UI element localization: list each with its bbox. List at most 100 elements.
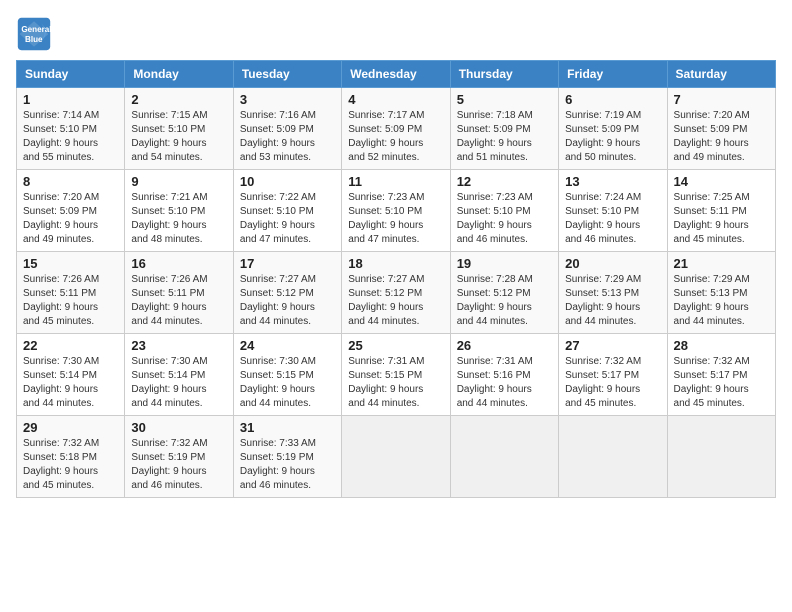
calendar-day-cell — [342, 416, 450, 498]
day-info: Sunrise: 7:26 AM Sunset: 5:11 PM Dayligh… — [131, 273, 226, 329]
calendar-day-cell: 4 Sunrise: 7:17 AM Sunset: 5:09 PM Daylig… — [342, 88, 450, 170]
day-number: 19 — [457, 256, 552, 271]
calendar-day-cell: 30Sunrise: 7:32 AM Sunset: 5:19 PM Dayli… — [125, 416, 233, 498]
day-of-week-header: Saturday — [667, 61, 775, 88]
calendar-day-cell: 10 Sunrise: 7:22 AM Sunset: 5:10 PM Dayli… — [233, 170, 341, 252]
day-number: 10 — [240, 174, 335, 189]
calendar-week-row: 29 Sunrise: 7:32 AM Sunset: 5:18 PM Dayli… — [17, 416, 776, 498]
day-info: Sunrise: 7:28 AM Sunset: 5:12 PM Dayligh… — [457, 273, 552, 329]
day-info: Sunrise: 7:18 AM Sunset: 5:09 PM Dayligh… — [457, 109, 552, 165]
day-info: Sunrise: 7:20 AM Sunset: 5:09 PM Dayligh… — [674, 109, 769, 165]
day-number: 28 — [674, 338, 769, 353]
day-info: Sunrise: 7:31 AM Sunset: 5:16 PM Dayligh… — [457, 355, 552, 411]
day-info: Sunrise: 7:31 AM Sunset: 5:15 PM Dayligh… — [348, 355, 443, 411]
day-info: Sunrise: 7:14 AM Sunset: 5:10 PM Dayligh… — [23, 109, 118, 165]
calendar-day-cell: 20Sunrise: 7:29 AM Sunset: 5:13 PM Dayli… — [559, 252, 667, 334]
day-number: 6 — [565, 92, 660, 107]
day-number: 24 — [240, 338, 335, 353]
day-of-week-header: Wednesday — [342, 61, 450, 88]
day-number: 25 — [348, 338, 443, 353]
logo: General Blue — [16, 16, 52, 52]
day-info: Sunrise: 7:19 AM Sunset: 5:09 PM Dayligh… — [565, 109, 660, 165]
calendar-day-cell: 2 Sunrise: 7:15 AM Sunset: 5:10 PM Daylig… — [125, 88, 233, 170]
day-number: 20 — [565, 256, 660, 271]
day-number: 13 — [565, 174, 660, 189]
day-number: 29 — [23, 420, 118, 435]
calendar-header-row: SundayMondayTuesdayWednesdayThursdayFrid… — [17, 61, 776, 88]
calendar-day-cell: 13 Sunrise: 7:24 AM Sunset: 5:10 PM Dayli… — [559, 170, 667, 252]
day-number: 2 — [131, 92, 226, 107]
page-header: General Blue — [16, 16, 776, 52]
calendar-day-cell: 12 Sunrise: 7:23 AM Sunset: 5:10 PM Dayli… — [450, 170, 558, 252]
calendar-day-cell: 31Sunrise: 7:33 AM Sunset: 5:19 PM Dayli… — [233, 416, 341, 498]
day-of-week-header: Sunday — [17, 61, 125, 88]
day-number: 1 — [23, 92, 118, 107]
calendar-day-cell: 19 Sunrise: 7:28 AM Sunset: 5:12 PM Dayli… — [450, 252, 558, 334]
day-number: 26 — [457, 338, 552, 353]
day-info: Sunrise: 7:17 AM Sunset: 5:09 PM Dayligh… — [348, 109, 443, 165]
day-number: 11 — [348, 174, 443, 189]
day-of-week-header: Tuesday — [233, 61, 341, 88]
calendar-day-cell: 24 Sunrise: 7:30 AM Sunset: 5:15 PM Dayli… — [233, 334, 341, 416]
calendar-day-cell — [559, 416, 667, 498]
day-number: 23 — [131, 338, 226, 353]
day-info: Sunrise: 7:30 AM Sunset: 5:15 PM Dayligh… — [240, 355, 335, 411]
day-number: 30 — [131, 420, 226, 435]
logo-icon: General Blue — [16, 16, 52, 52]
calendar-day-cell — [450, 416, 558, 498]
day-info: Sunrise: 7:27 AM Sunset: 5:12 PM Dayligh… — [348, 273, 443, 329]
calendar-day-cell: 15 Sunrise: 7:26 AM Sunset: 5:11 PM Dayli… — [17, 252, 125, 334]
calendar-day-cell: 29 Sunrise: 7:32 AM Sunset: 5:18 PM Dayli… — [17, 416, 125, 498]
calendar-week-row: 8 Sunrise: 7:20 AM Sunset: 5:09 PM Daylig… — [17, 170, 776, 252]
day-info: Sunrise: 7:15 AM Sunset: 5:10 PM Dayligh… — [131, 109, 226, 165]
day-info: Sunrise: 7:32 AM Sunset: 5:17 PM Dayligh… — [565, 355, 660, 411]
calendar-table: SundayMondayTuesdayWednesdayThursdayFrid… — [16, 60, 776, 498]
day-info: Sunrise: 7:21 AM Sunset: 5:10 PM Dayligh… — [131, 191, 226, 247]
day-number: 12 — [457, 174, 552, 189]
svg-text:General: General — [21, 25, 51, 34]
day-info: Sunrise: 7:16 AM Sunset: 5:09 PM Dayligh… — [240, 109, 335, 165]
day-number: 15 — [23, 256, 118, 271]
day-info: Sunrise: 7:33 AM Sunset: 5:19 PM Dayligh… — [240, 437, 335, 493]
day-info: Sunrise: 7:32 AM Sunset: 5:17 PM Dayligh… — [674, 355, 769, 411]
day-info: Sunrise: 7:27 AM Sunset: 5:12 PM Dayligh… — [240, 273, 335, 329]
calendar-week-row: 1 Sunrise: 7:14 AM Sunset: 5:10 PM Daylig… — [17, 88, 776, 170]
calendar-day-cell: 26 Sunrise: 7:31 AM Sunset: 5:16 PM Dayli… — [450, 334, 558, 416]
calendar-week-row: 22 Sunrise: 7:30 AM Sunset: 5:14 PM Dayli… — [17, 334, 776, 416]
day-info: Sunrise: 7:29 AM Sunset: 5:13 PM Dayligh… — [674, 273, 769, 329]
day-info: Sunrise: 7:30 AM Sunset: 5:14 PM Dayligh… — [131, 355, 226, 411]
day-number: 14 — [674, 174, 769, 189]
day-of-week-header: Friday — [559, 61, 667, 88]
day-info: Sunrise: 7:22 AM Sunset: 5:10 PM Dayligh… — [240, 191, 335, 247]
day-info: Sunrise: 7:32 AM Sunset: 5:18 PM Dayligh… — [23, 437, 118, 493]
day-number: 4 — [348, 92, 443, 107]
day-number: 17 — [240, 256, 335, 271]
calendar-day-cell: 17 Sunrise: 7:27 AM Sunset: 5:12 PM Dayli… — [233, 252, 341, 334]
day-info: Sunrise: 7:30 AM Sunset: 5:14 PM Dayligh… — [23, 355, 118, 411]
day-number: 9 — [131, 174, 226, 189]
day-info: Sunrise: 7:20 AM Sunset: 5:09 PM Dayligh… — [23, 191, 118, 247]
day-number: 5 — [457, 92, 552, 107]
day-number: 3 — [240, 92, 335, 107]
day-number: 16 — [131, 256, 226, 271]
calendar-day-cell: 14Sunrise: 7:25 AM Sunset: 5:11 PM Dayli… — [667, 170, 775, 252]
calendar-day-cell: 25 Sunrise: 7:31 AM Sunset: 5:15 PM Dayli… — [342, 334, 450, 416]
calendar-day-cell: 1 Sunrise: 7:14 AM Sunset: 5:10 PM Daylig… — [17, 88, 125, 170]
day-number: 8 — [23, 174, 118, 189]
day-info: Sunrise: 7:23 AM Sunset: 5:10 PM Dayligh… — [457, 191, 552, 247]
calendar-day-cell: 7 Sunrise: 7:20 AM Sunset: 5:09 PM Daylig… — [667, 88, 775, 170]
day-number: 22 — [23, 338, 118, 353]
calendar-day-cell: 21Sunrise: 7:29 AM Sunset: 5:13 PM Dayli… — [667, 252, 775, 334]
calendar-day-cell: 16 Sunrise: 7:26 AM Sunset: 5:11 PM Dayli… — [125, 252, 233, 334]
day-info: Sunrise: 7:26 AM Sunset: 5:11 PM Dayligh… — [23, 273, 118, 329]
calendar-day-cell: 18Sunrise: 7:27 AM Sunset: 5:12 PM Dayli… — [342, 252, 450, 334]
calendar-day-cell: 23 Sunrise: 7:30 AM Sunset: 5:14 PM Dayli… — [125, 334, 233, 416]
calendar-day-cell: 11 Sunrise: 7:23 AM Sunset: 5:10 PM Dayli… — [342, 170, 450, 252]
day-number: 27 — [565, 338, 660, 353]
calendar-day-cell: 3 Sunrise: 7:16 AM Sunset: 5:09 PM Daylig… — [233, 88, 341, 170]
calendar-day-cell: 6 Sunrise: 7:19 AM Sunset: 5:09 PM Daylig… — [559, 88, 667, 170]
day-info: Sunrise: 7:24 AM Sunset: 5:10 PM Dayligh… — [565, 191, 660, 247]
calendar-day-cell: 22 Sunrise: 7:30 AM Sunset: 5:14 PM Dayli… — [17, 334, 125, 416]
day-info: Sunrise: 7:23 AM Sunset: 5:10 PM Dayligh… — [348, 191, 443, 247]
day-number: 7 — [674, 92, 769, 107]
